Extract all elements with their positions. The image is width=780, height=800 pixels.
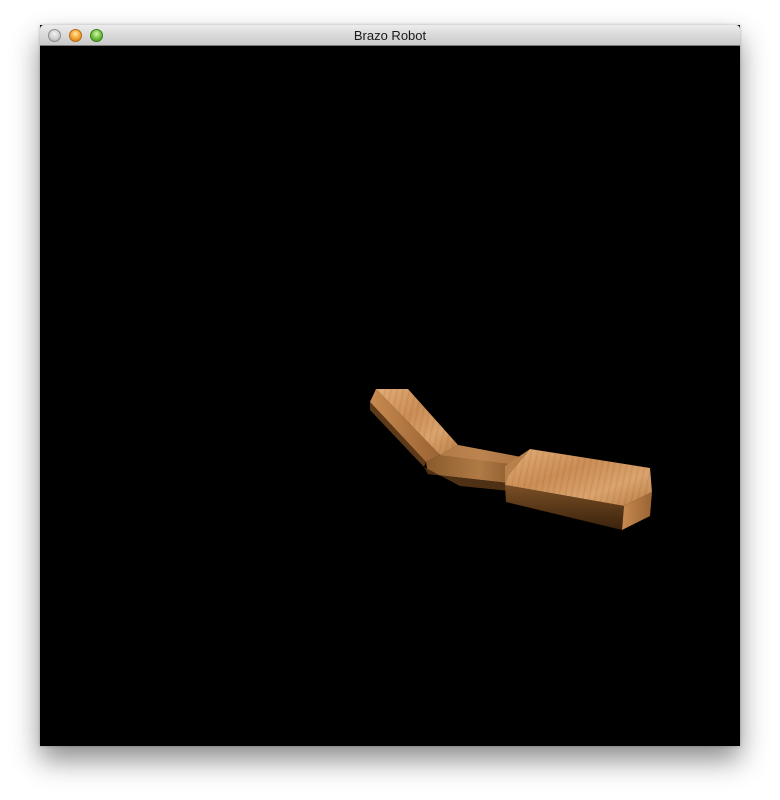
opengl-viewport[interactable] bbox=[40, 46, 740, 746]
arm-segment-gripper bbox=[505, 449, 652, 530]
window-title: Brazo Robot bbox=[353, 28, 427, 43]
app-window: Brazo Robot bbox=[40, 25, 740, 746]
robot-arm-render bbox=[370, 389, 652, 530]
title-bar[interactable]: Brazo Robot bbox=[40, 25, 740, 46]
